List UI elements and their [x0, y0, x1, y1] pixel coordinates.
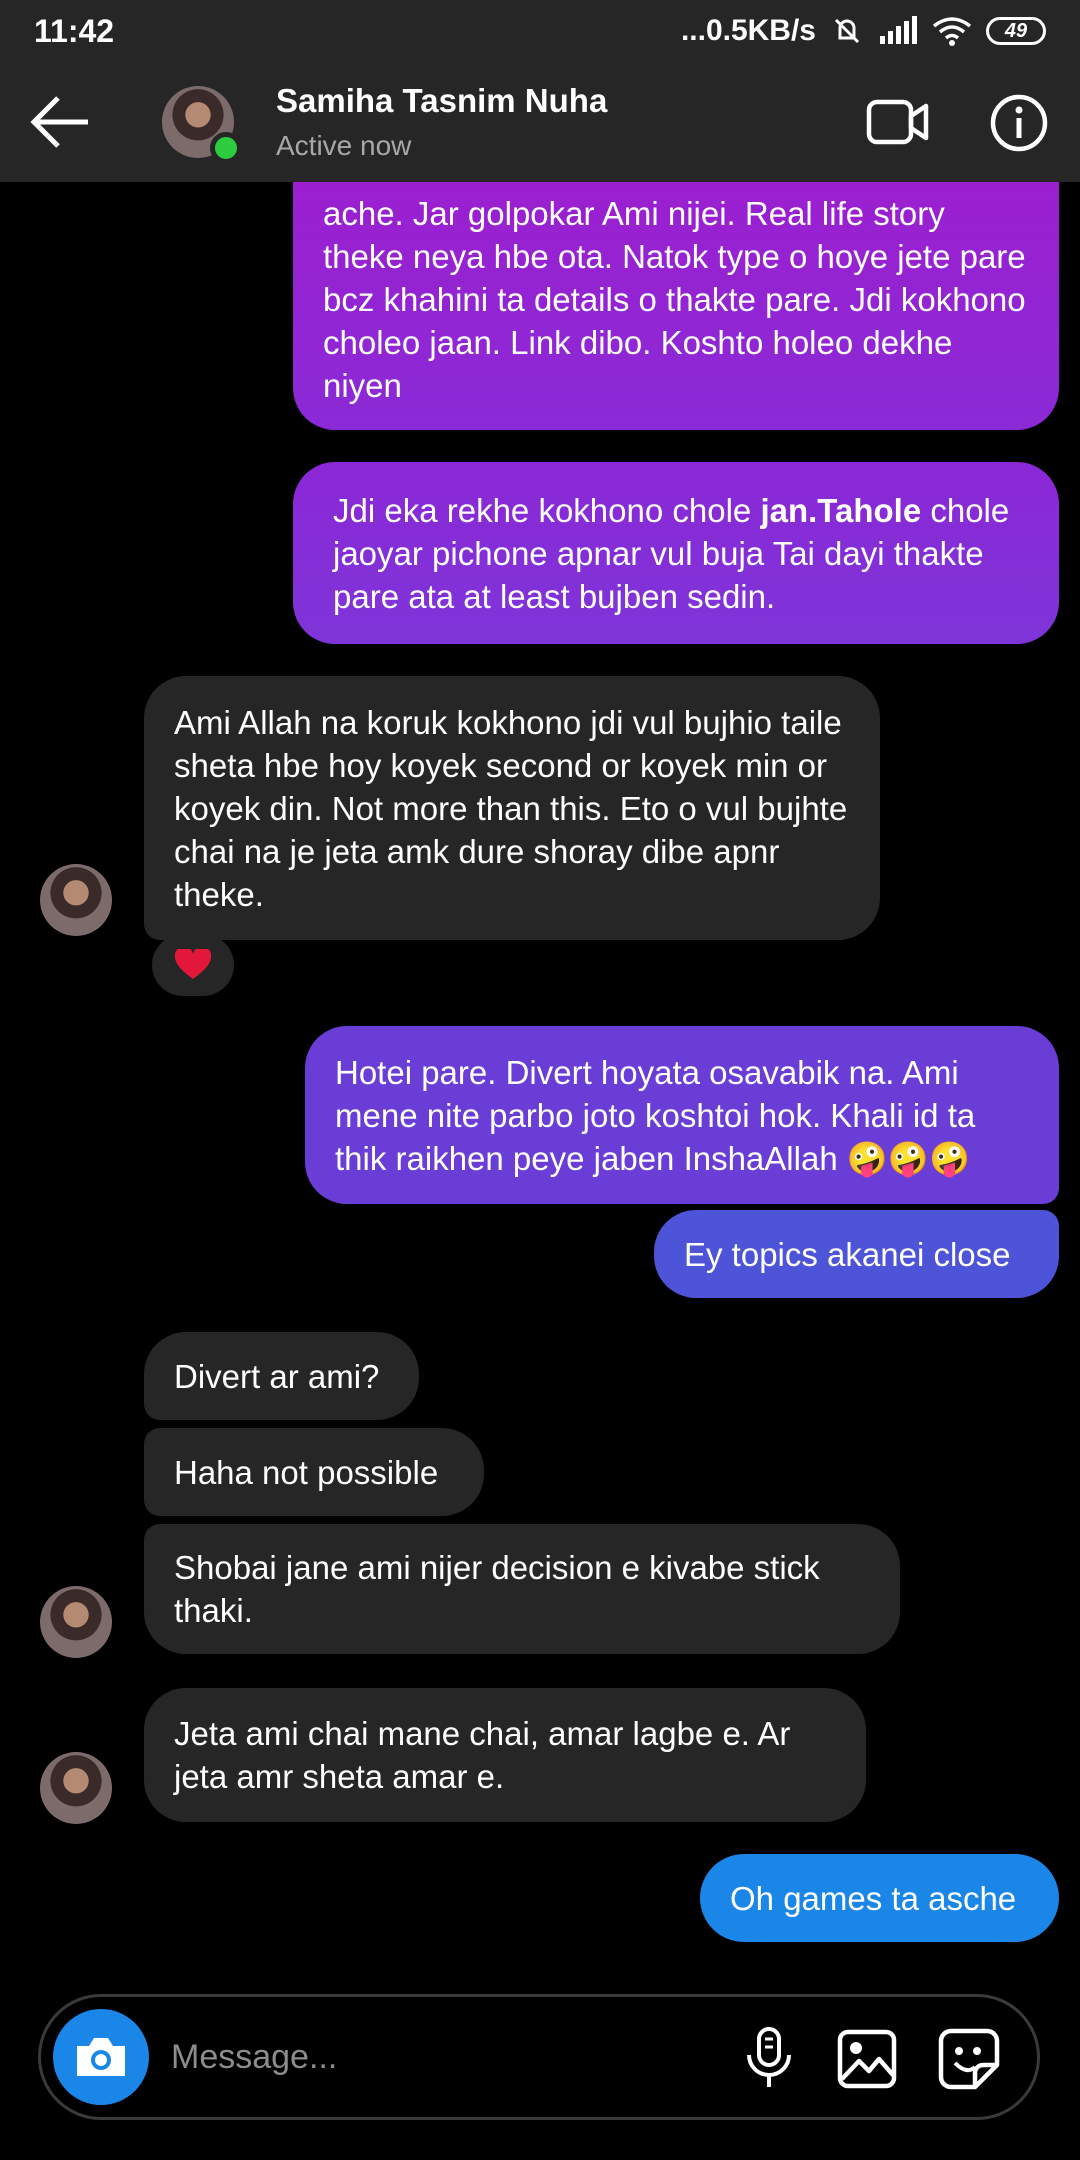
- message-input[interactable]: [171, 2027, 731, 2087]
- contact-name[interactable]: Samiha Tasnim Nuha: [276, 82, 607, 120]
- status-indicators: ...0.5KB/s 49: [681, 14, 1046, 48]
- chat-screen: 11:42 ...0.5KB/s 49 Samiha Tasnim Nuha A…: [0, 0, 1080, 2160]
- message-bubble-outgoing[interactable]: Oh games ta asche: [700, 1854, 1059, 1942]
- message-text: Ey topics akanei close: [684, 1235, 1011, 1273]
- message-bubble-incoming[interactable]: Divert ar ami?: [144, 1332, 419, 1420]
- message-bubble-outgoing[interactable]: ache. Jar golpokar Ami nijei. Real life …: [293, 182, 1059, 430]
- wifi-icon: [932, 17, 972, 46]
- chat-header: Samiha Tasnim Nuha Active now: [0, 62, 1080, 182]
- message-bubble-outgoing[interactable]: Hotei pare. Divert hoyata osavabik na. A…: [305, 1026, 1059, 1204]
- message-bubble-incoming[interactable]: Shobai jane ami nijer decision e kivabe …: [144, 1524, 900, 1654]
- contact-status: Active now: [276, 130, 412, 161]
- camera-button[interactable]: [53, 2009, 149, 2105]
- message-bubble-outgoing[interactable]: Jdi eka rekhe kokhono chole jan.Tahole c…: [293, 462, 1059, 644]
- message-text: Jdi eka rekhe kokhono chole jan.Tahole c…: [333, 491, 1010, 615]
- network-speed: ...0.5KB/s: [680, 14, 816, 47]
- avatar[interactable]: [40, 1752, 112, 1824]
- message-bubble-incoming[interactable]: Haha not possible: [144, 1428, 484, 1516]
- battery-indicator: 49: [986, 17, 1046, 45]
- message-text: Jeta ami chai mane chai, amar lagbe e. A…: [174, 1715, 791, 1795]
- microphone-icon[interactable]: [741, 2027, 797, 2091]
- camera-icon: [77, 2038, 125, 2076]
- message-bubble-incoming[interactable]: Jeta ami chai mane chai, amar lagbe e. A…: [144, 1688, 866, 1822]
- status-time: 11:42: [34, 12, 115, 49]
- message-text: Shobai jane ami nijer decision e kivabe …: [174, 1549, 820, 1629]
- online-status-dot: [210, 132, 242, 164]
- gallery-icon[interactable]: [837, 2029, 897, 2089]
- reaction-badge[interactable]: [152, 934, 234, 996]
- avatar[interactable]: [162, 86, 242, 164]
- message-composer: [38, 1994, 1040, 2120]
- avatar[interactable]: [40, 864, 112, 936]
- heart-icon: [175, 949, 211, 979]
- status-bar: 11:42 ...0.5KB/s 49: [0, 0, 1080, 62]
- signal-icon: [880, 16, 917, 44]
- mute-icon: [834, 18, 860, 44]
- message-bubble-incoming[interactable]: Ami Allah na koruk kokhono jdi vul bujhi…: [144, 676, 880, 940]
- message-bubble-outgoing[interactable]: Ey topics akanei close: [654, 1210, 1059, 1298]
- message-text: Oh games ta asche: [730, 1879, 1017, 1917]
- message-text: Ami Allah na koruk kokhono jdi vul bujhi…: [174, 703, 848, 913]
- message-text: Hotei pare. Divert hoyata osavabik na. A…: [335, 1053, 976, 1177]
- message-text: Divert ar ami?: [174, 1357, 380, 1395]
- sticker-icon[interactable]: [937, 2027, 1001, 2091]
- message-text: ache. Jar golpokar Ami nijei. Real life …: [323, 195, 1026, 404]
- message-text: Haha not possible: [174, 1453, 439, 1491]
- back-arrow-icon[interactable]: [28, 94, 92, 150]
- video-camera-icon[interactable]: [866, 98, 930, 146]
- info-icon[interactable]: [990, 94, 1048, 152]
- avatar[interactable]: [40, 1586, 112, 1658]
- battery-level: 49: [1004, 19, 1028, 42]
